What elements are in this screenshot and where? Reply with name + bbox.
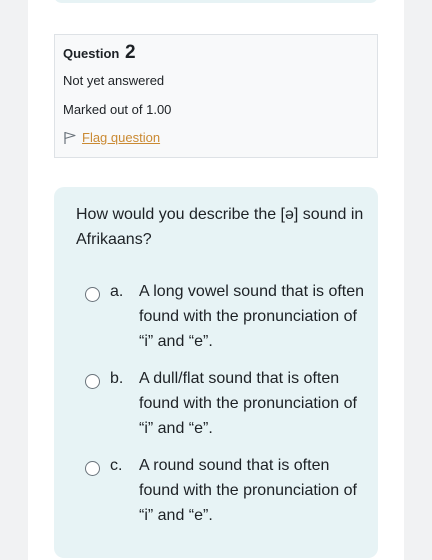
option-text[interactable]: A dull/flat sound that is often found wi…	[139, 366, 369, 441]
flag-question-label[interactable]: Flag question	[82, 130, 160, 145]
option-letter: b.	[110, 370, 124, 387]
option-letter: c.	[110, 457, 123, 474]
quiz-page: Question 2 Not yet answered Marked out o…	[28, 0, 404, 560]
radio-button-a[interactable]	[85, 287, 100, 302]
flag-icon	[64, 131, 76, 144]
grade-info: Marked out of 1.00	[63, 102, 172, 117]
flag-question-link[interactable]: Flag question	[63, 130, 160, 145]
radio-button-c[interactable]	[85, 461, 100, 476]
previous-question-card	[54, 0, 378, 3]
question-number-heading: Question 2	[63, 42, 136, 64]
radio-button-b[interactable]	[85, 374, 100, 389]
answer-state: Not yet answered	[63, 73, 165, 88]
question-word: Question	[63, 46, 120, 61]
option-letter: a.	[110, 283, 124, 300]
option-text[interactable]: A long vowel sound that is often found w…	[139, 279, 369, 354]
question-text: How would you describe the [ə] sound in …	[76, 206, 364, 248]
option-text[interactable]: A round sound that is often found with t…	[139, 453, 369, 528]
question-formulation: How would you describe the [ə] sound in …	[54, 187, 378, 558]
question-number: 2	[124, 42, 136, 63]
question-info-panel: Question 2 Not yet answered Marked out o…	[54, 34, 378, 158]
